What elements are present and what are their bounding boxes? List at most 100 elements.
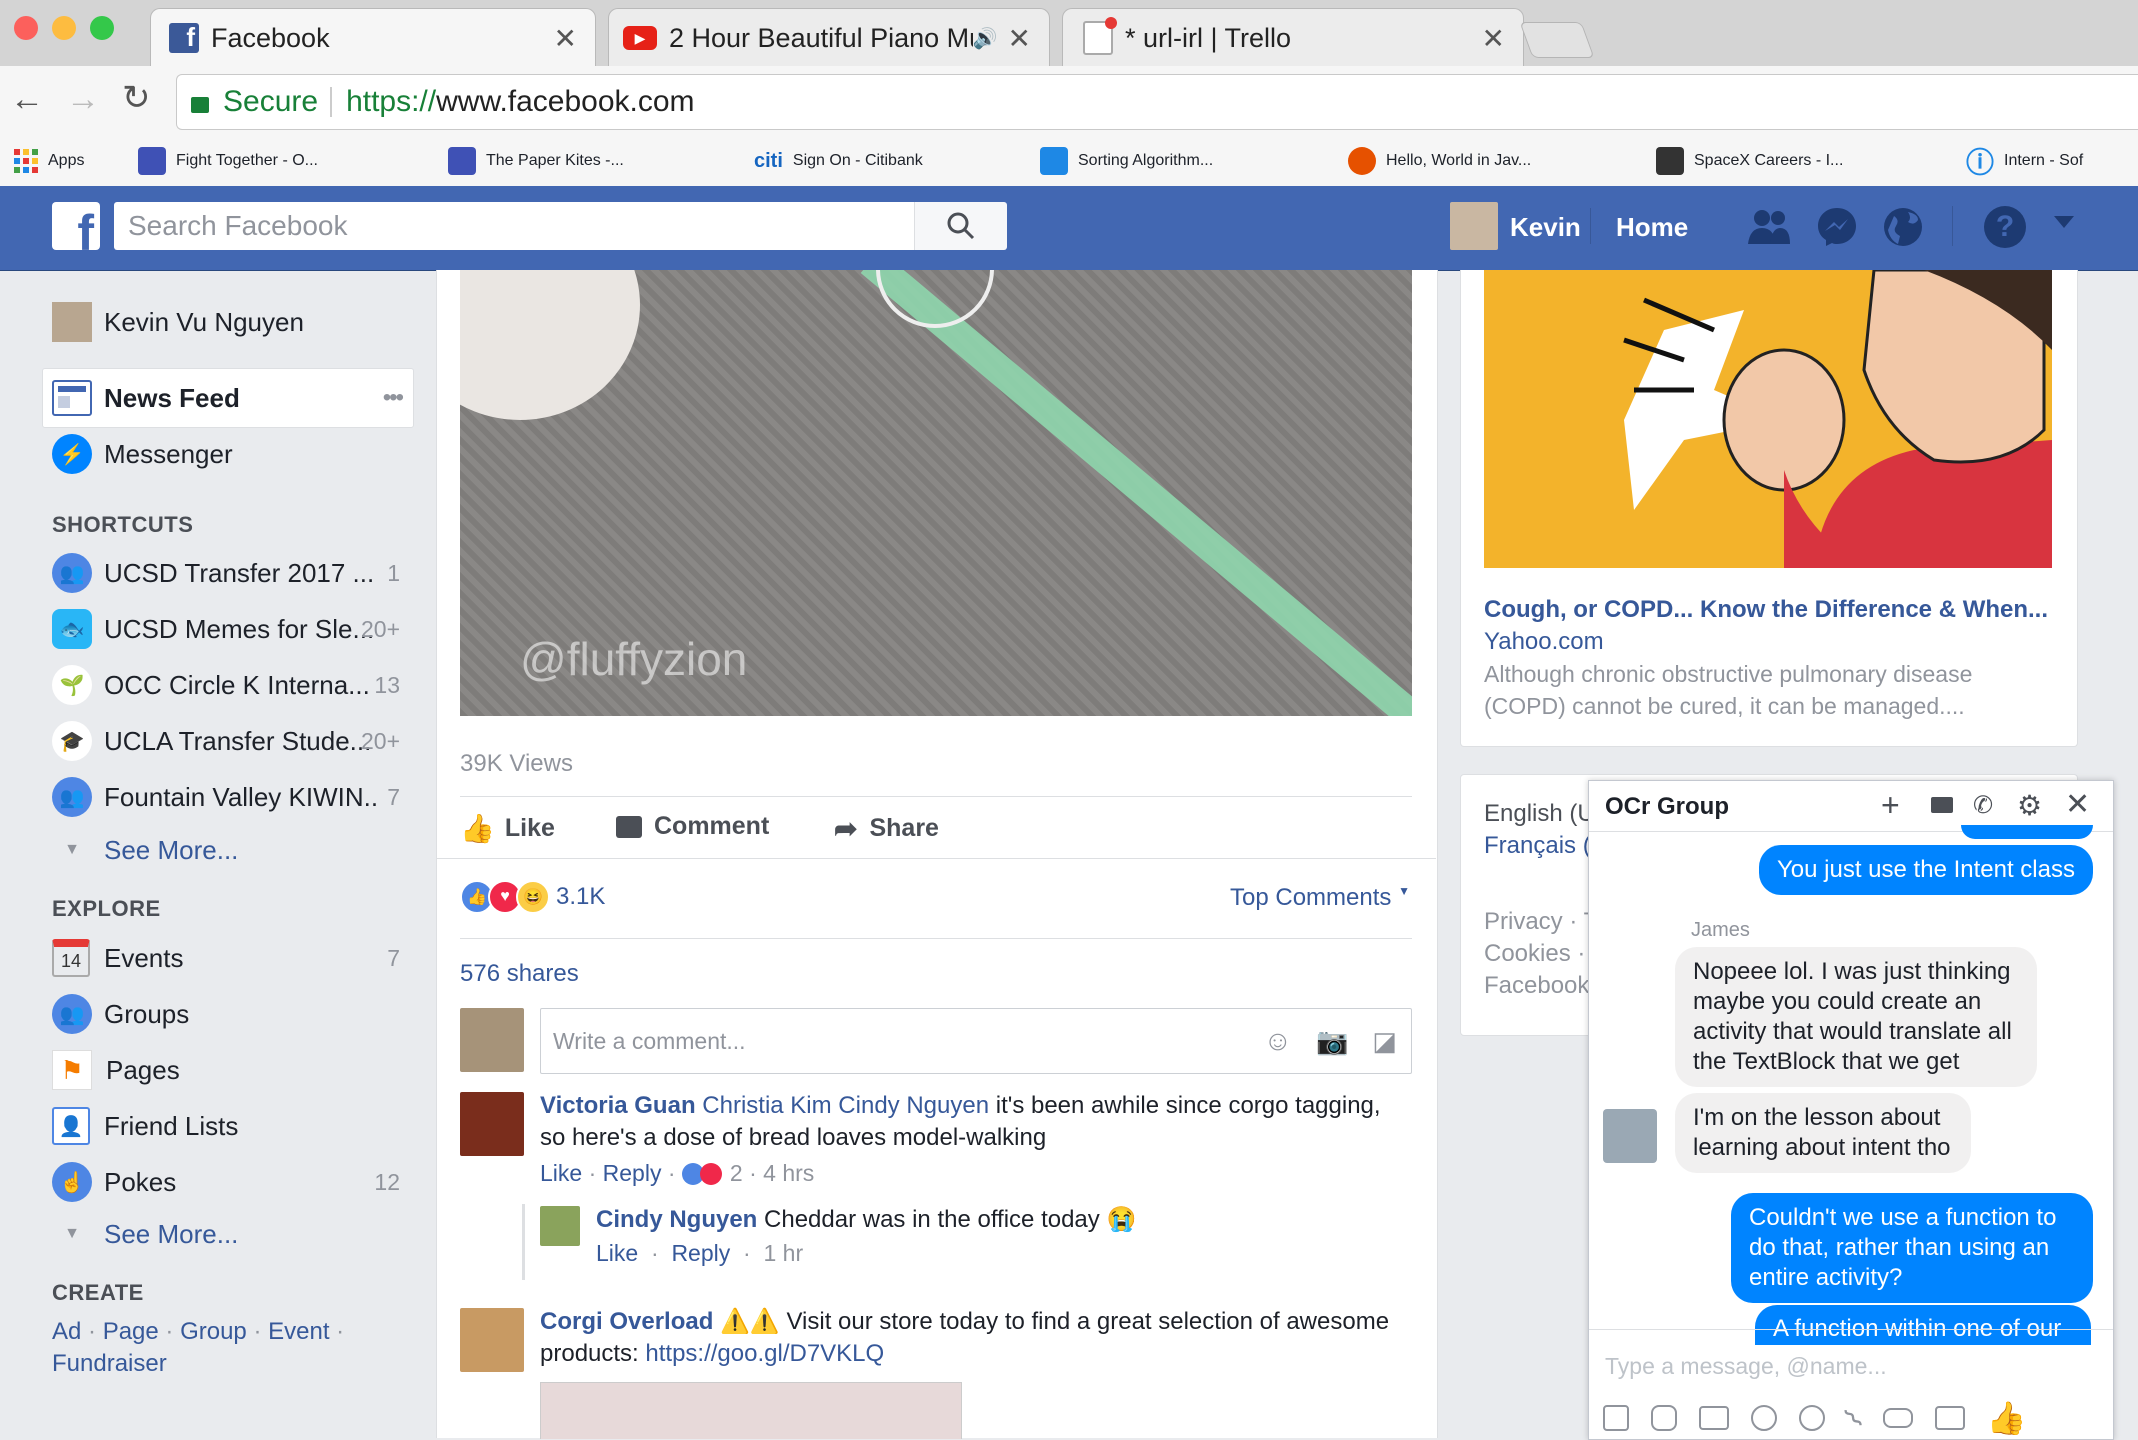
- gif-icon[interactable]: [1699, 1406, 1729, 1430]
- create-ad-link[interactable]: Ad: [52, 1318, 81, 1345]
- create-page-link[interactable]: Page: [103, 1318, 159, 1345]
- thumbs-up-send-icon[interactable]: 👍: [1987, 1399, 2027, 1437]
- attachment-icon[interactable]: ⌇: [1837, 1401, 1870, 1434]
- chat-window[interactable]: OCr Group + ✆ ⚙ ✕ You just use the Inten…: [1588, 780, 2114, 1440]
- create-fundraiser-link[interactable]: Fundraiser: [52, 1350, 167, 1377]
- close-window-button[interactable]: [14, 16, 38, 40]
- avatar[interactable]: [540, 1206, 580, 1246]
- sidebar-item-events[interactable]: 14 Events 7: [52, 934, 400, 982]
- help-icon[interactable]: ?: [1984, 206, 2026, 248]
- reactions-summary[interactable]: 👍 ♥ 😆 3.1K: [460, 880, 605, 914]
- tab-youtube[interactable]: ▶ 2 Hour Beautiful Piano Mus 🔊 ✕: [608, 8, 1050, 67]
- ad-title[interactable]: Cough, or COPD... Know the Difference & …: [1484, 596, 2052, 624]
- comment-author[interactable]: Cindy Nguyen: [596, 1206, 757, 1233]
- comment-button[interactable]: Comment: [616, 812, 769, 841]
- friend-requests-icon[interactable]: [1746, 206, 1792, 246]
- forward-arrow-icon[interactable]: →: [66, 80, 100, 119]
- bookmark-intern[interactable]: ⓘ Intern - Sof: [1966, 142, 2083, 180]
- sticker-icon[interactable]: [1651, 1405, 1677, 1431]
- profile-link[interactable]: Kevin: [1510, 212, 1581, 243]
- tagged-friends[interactable]: Christia Kim Cindy Nguyen: [702, 1092, 989, 1119]
- comment-like-link[interactable]: Like: [596, 1240, 638, 1266]
- comment-like-link[interactable]: Like: [540, 1160, 582, 1187]
- sidebar-item-messenger[interactable]: ⚡ Messenger: [52, 430, 402, 478]
- bookmark-hello-world[interactable]: Hello, World in Jav...: [1348, 142, 1531, 180]
- comment-timestamp[interactable]: 4 hrs: [763, 1160, 814, 1187]
- comment-author[interactable]: Victoria Guan: [540, 1092, 696, 1119]
- avatar[interactable]: [460, 1008, 524, 1072]
- camera-icon[interactable]: 📷: [1316, 1026, 1348, 1057]
- video-call-icon[interactable]: [1931, 797, 1953, 813]
- phone-icon[interactable]: ✆: [1973, 791, 1993, 820]
- shortcut-item[interactable]: 👥 UCSD Transfer 2017 ... 1: [52, 549, 400, 597]
- gear-icon[interactable]: ⚙: [2017, 789, 2042, 822]
- see-more-shortcuts[interactable]: ▼ See More...: [52, 826, 238, 874]
- comment-author[interactable]: Corgi Overload: [540, 1308, 713, 1335]
- shortcut-item[interactable]: 👥 Fountain Valley KIWIN.. 7: [52, 773, 400, 821]
- emoji-icon[interactable]: [1751, 1405, 1777, 1431]
- minimize-window-button[interactable]: [52, 16, 76, 40]
- create-event-link[interactable]: Event: [268, 1318, 329, 1345]
- close-tab-icon[interactable]: ✕: [1008, 22, 1031, 55]
- more-options-icon[interactable]: •••: [383, 384, 404, 412]
- create-group-link[interactable]: Group: [180, 1318, 247, 1345]
- bookmark-sorting-algorithm[interactable]: Sorting Algorithm...: [1040, 142, 1213, 180]
- close-tab-icon[interactable]: ✕: [1482, 22, 1505, 55]
- sidebar-item-pokes[interactable]: ☝ Pokes 12: [52, 1158, 400, 1206]
- footer-cookies[interactable]: Cookies ·: [1484, 938, 1598, 970]
- search-button[interactable]: [914, 202, 1007, 250]
- close-tab-icon[interactable]: ✕: [554, 22, 577, 55]
- close-icon[interactable]: ✕: [2065, 787, 2090, 822]
- shortcut-item[interactable]: 🌱 OCC Circle K Interna... 13: [52, 661, 400, 709]
- new-tab-button[interactable]: [1519, 22, 1595, 58]
- comment-link[interactable]: https://goo.gl/D7VKLQ: [645, 1340, 884, 1367]
- ad-source[interactable]: Yahoo.com: [1484, 628, 1604, 656]
- comment-input[interactable]: Write a comment... ☺ 📷 ◪: [540, 1008, 1412, 1074]
- footer-facebook[interactable]: Facebook: [1484, 970, 1598, 1002]
- payment-icon[interactable]: [1799, 1405, 1825, 1431]
- camera-icon[interactable]: [1934, 1406, 1965, 1430]
- add-person-icon[interactable]: +: [1881, 787, 1900, 824]
- maximize-window-button[interactable]: [90, 16, 114, 40]
- chat-title[interactable]: OCr Group: [1605, 793, 1729, 821]
- ad-image[interactable]: [1484, 270, 2052, 568]
- comment-reaction-count[interactable]: 2: [730, 1160, 743, 1187]
- tab-trello[interactable]: * url-irl | Trello ✕: [1062, 8, 1524, 67]
- sticker-icon[interactable]: ◪: [1372, 1026, 1397, 1057]
- comment-reply-link[interactable]: Reply: [671, 1240, 730, 1266]
- game-controller-icon[interactable]: [1882, 1408, 1913, 1428]
- reload-icon[interactable]: ↻: [122, 78, 151, 118]
- shortcut-item[interactable]: 🎓 UCLA Transfer Stude... 20+: [52, 717, 400, 765]
- tab-facebook[interactable]: f Facebook ✕: [150, 8, 596, 67]
- bookmark-apps[interactable]: Apps: [14, 142, 84, 180]
- emoji-icon[interactable]: ☺: [1263, 1025, 1292, 1057]
- sidebar-item-groups[interactable]: 👥 Groups: [52, 990, 400, 1038]
- comment-timestamp[interactable]: 1 hr: [763, 1240, 803, 1266]
- share-button[interactable]: ➦ Share: [834, 812, 939, 845]
- top-comments-dropdown[interactable]: Top Comments ▼: [1230, 884, 1410, 912]
- like-button[interactable]: 👍 Like: [460, 812, 555, 845]
- messenger-icon[interactable]: [1816, 206, 1858, 248]
- shortcut-item[interactable]: 🐟 UCSD Memes for Sle... 20+: [52, 605, 400, 653]
- audio-playing-icon[interactable]: 🔊: [973, 26, 998, 51]
- address-bar[interactable]: Secure https:// www.facebook.com: [176, 74, 2138, 130]
- avatar[interactable]: [460, 1308, 524, 1372]
- message-input[interactable]: Type a message, @name...: [1605, 1353, 1887, 1380]
- bookmark-spacex[interactable]: SpaceX Careers - I...: [1656, 142, 1843, 180]
- sidebar-item-news-feed[interactable]: News Feed •••: [52, 374, 404, 422]
- avatar[interactable]: [460, 1092, 524, 1156]
- bookmark-fight-together[interactable]: Fight Together - O...: [138, 142, 318, 180]
- bookmark-paper-kites[interactable]: The Paper Kites -...: [448, 142, 624, 180]
- comment-reply-link[interactable]: Reply: [603, 1160, 662, 1187]
- avatar[interactable]: [1603, 1109, 1657, 1163]
- facebook-logo-icon[interactable]: f: [52, 202, 100, 250]
- profile-nav-item[interactable]: Kevin Vu Nguyen: [52, 298, 412, 346]
- user-avatar[interactable]: [1450, 202, 1498, 250]
- back-arrow-icon[interactable]: ←: [10, 80, 44, 119]
- notifications-globe-icon[interactable]: [1882, 206, 1924, 248]
- shares-count[interactable]: 576 shares: [460, 960, 579, 988]
- account-menu-chevron-down-icon[interactable]: [2054, 216, 2074, 228]
- comment-image[interactable]: [540, 1382, 962, 1439]
- sidebar-item-friend-lists[interactable]: 👤 Friend Lists: [52, 1102, 400, 1150]
- see-more-explore[interactable]: ▼ See More...: [52, 1210, 238, 1258]
